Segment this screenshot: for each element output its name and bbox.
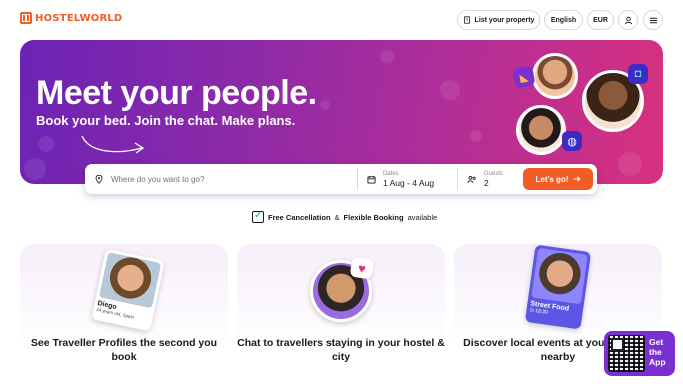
feature-text: Chat to travellers staying in your hoste… bbox=[237, 337, 445, 363]
guests-icon bbox=[467, 175, 476, 183]
decor-dot bbox=[618, 152, 642, 176]
calendar-check-icon bbox=[252, 210, 264, 223]
arrow-right-icon bbox=[573, 176, 580, 182]
get-app-label: Get the App bbox=[649, 337, 666, 367]
event-card: Street Food ◷ 18:30 bbox=[524, 244, 592, 330]
decor-dot bbox=[320, 100, 330, 110]
guests-value: 2 bbox=[484, 177, 489, 188]
hostelworld-logo[interactable]: HOSTELWORLD bbox=[20, 12, 122, 24]
divider bbox=[357, 168, 358, 190]
decor-dot bbox=[440, 80, 460, 100]
calendar-icon bbox=[367, 175, 376, 184]
pizza-icon: ◣ bbox=[512, 65, 536, 89]
decor-dot bbox=[24, 158, 46, 180]
guests-field[interactable]: Guests 2 bbox=[467, 164, 503, 194]
dates-label: Dates bbox=[383, 170, 399, 177]
profile-photo bbox=[98, 252, 162, 309]
hero-banner: Meet your people. Book your bed. Join th… bbox=[20, 40, 663, 184]
logo-text: HOSTELWORLD bbox=[35, 12, 123, 24]
feature-card-profiles: Diego 24 years old, Spain See Traveller … bbox=[20, 244, 228, 384]
building-icon bbox=[463, 16, 470, 24]
traveller-profile-card: Diego 24 years old, Spain bbox=[91, 248, 165, 332]
dates-field[interactable]: Dates 1 Aug - 4 Aug bbox=[367, 164, 434, 194]
currency-label: EUR bbox=[593, 16, 608, 24]
hero-title: Meet your people. bbox=[36, 74, 317, 112]
decor-dot bbox=[380, 50, 394, 64]
menu-button[interactable] bbox=[643, 10, 663, 30]
heart-icon: ♥ bbox=[349, 256, 375, 280]
dates-value: 1 Aug - 4 Aug bbox=[383, 177, 435, 188]
decor-dot bbox=[38, 136, 54, 152]
lets-go-label: Let's go! bbox=[535, 174, 569, 184]
logo-icon bbox=[20, 12, 32, 24]
traveller-avatar bbox=[532, 53, 578, 99]
globe-icon: ◍ bbox=[562, 131, 582, 151]
list-property-button[interactable]: List your property bbox=[457, 10, 540, 30]
top-nav: HOSTELWORLD List your property English E… bbox=[0, 0, 683, 40]
available-text: available bbox=[407, 212, 438, 222]
event-photo bbox=[531, 247, 588, 305]
list-property-label: List your property bbox=[474, 16, 535, 24]
get-app-widget[interactable]: Get the App bbox=[604, 331, 675, 376]
destination-input[interactable] bbox=[111, 174, 341, 184]
backpack-icon: ◘ bbox=[628, 64, 648, 84]
hamburger-icon bbox=[649, 17, 657, 23]
account-button[interactable] bbox=[618, 10, 638, 30]
decor-dot bbox=[470, 130, 482, 142]
traveller-avatar bbox=[516, 105, 566, 155]
qr-code bbox=[608, 335, 645, 372]
search-bar: Dates 1 Aug - 4 Aug Guests 2 Let's go! bbox=[85, 164, 597, 194]
hero-subtitle: Book your bed. Join the chat. Make plans… bbox=[36, 113, 296, 128]
free-cancellation-text: Free Cancellation bbox=[268, 212, 331, 222]
language-button[interactable]: English bbox=[544, 10, 583, 30]
feature-text: See Traveller Profiles the second you bo… bbox=[30, 337, 218, 363]
divider bbox=[457, 168, 458, 190]
lets-go-button[interactable]: Let's go! bbox=[523, 168, 593, 190]
language-label: English bbox=[550, 16, 577, 24]
flexible-booking-text: Flexible Booking bbox=[343, 212, 404, 222]
location-pin-icon bbox=[95, 174, 103, 184]
ampersand-text: & bbox=[334, 212, 340, 222]
feature-card-chat: ♥ Chat to travellers staying in your hos… bbox=[237, 244, 445, 384]
destination-field[interactable] bbox=[95, 164, 341, 194]
curved-arrow-icon bbox=[81, 135, 145, 154]
guests-label: Guests bbox=[484, 170, 504, 177]
user-icon bbox=[624, 16, 632, 24]
event-time: 18:30 bbox=[534, 308, 549, 316]
currency-button[interactable]: EUR bbox=[587, 10, 614, 30]
flexible-policy-note: Free Cancellation & Flexible Booking ava… bbox=[252, 210, 438, 223]
